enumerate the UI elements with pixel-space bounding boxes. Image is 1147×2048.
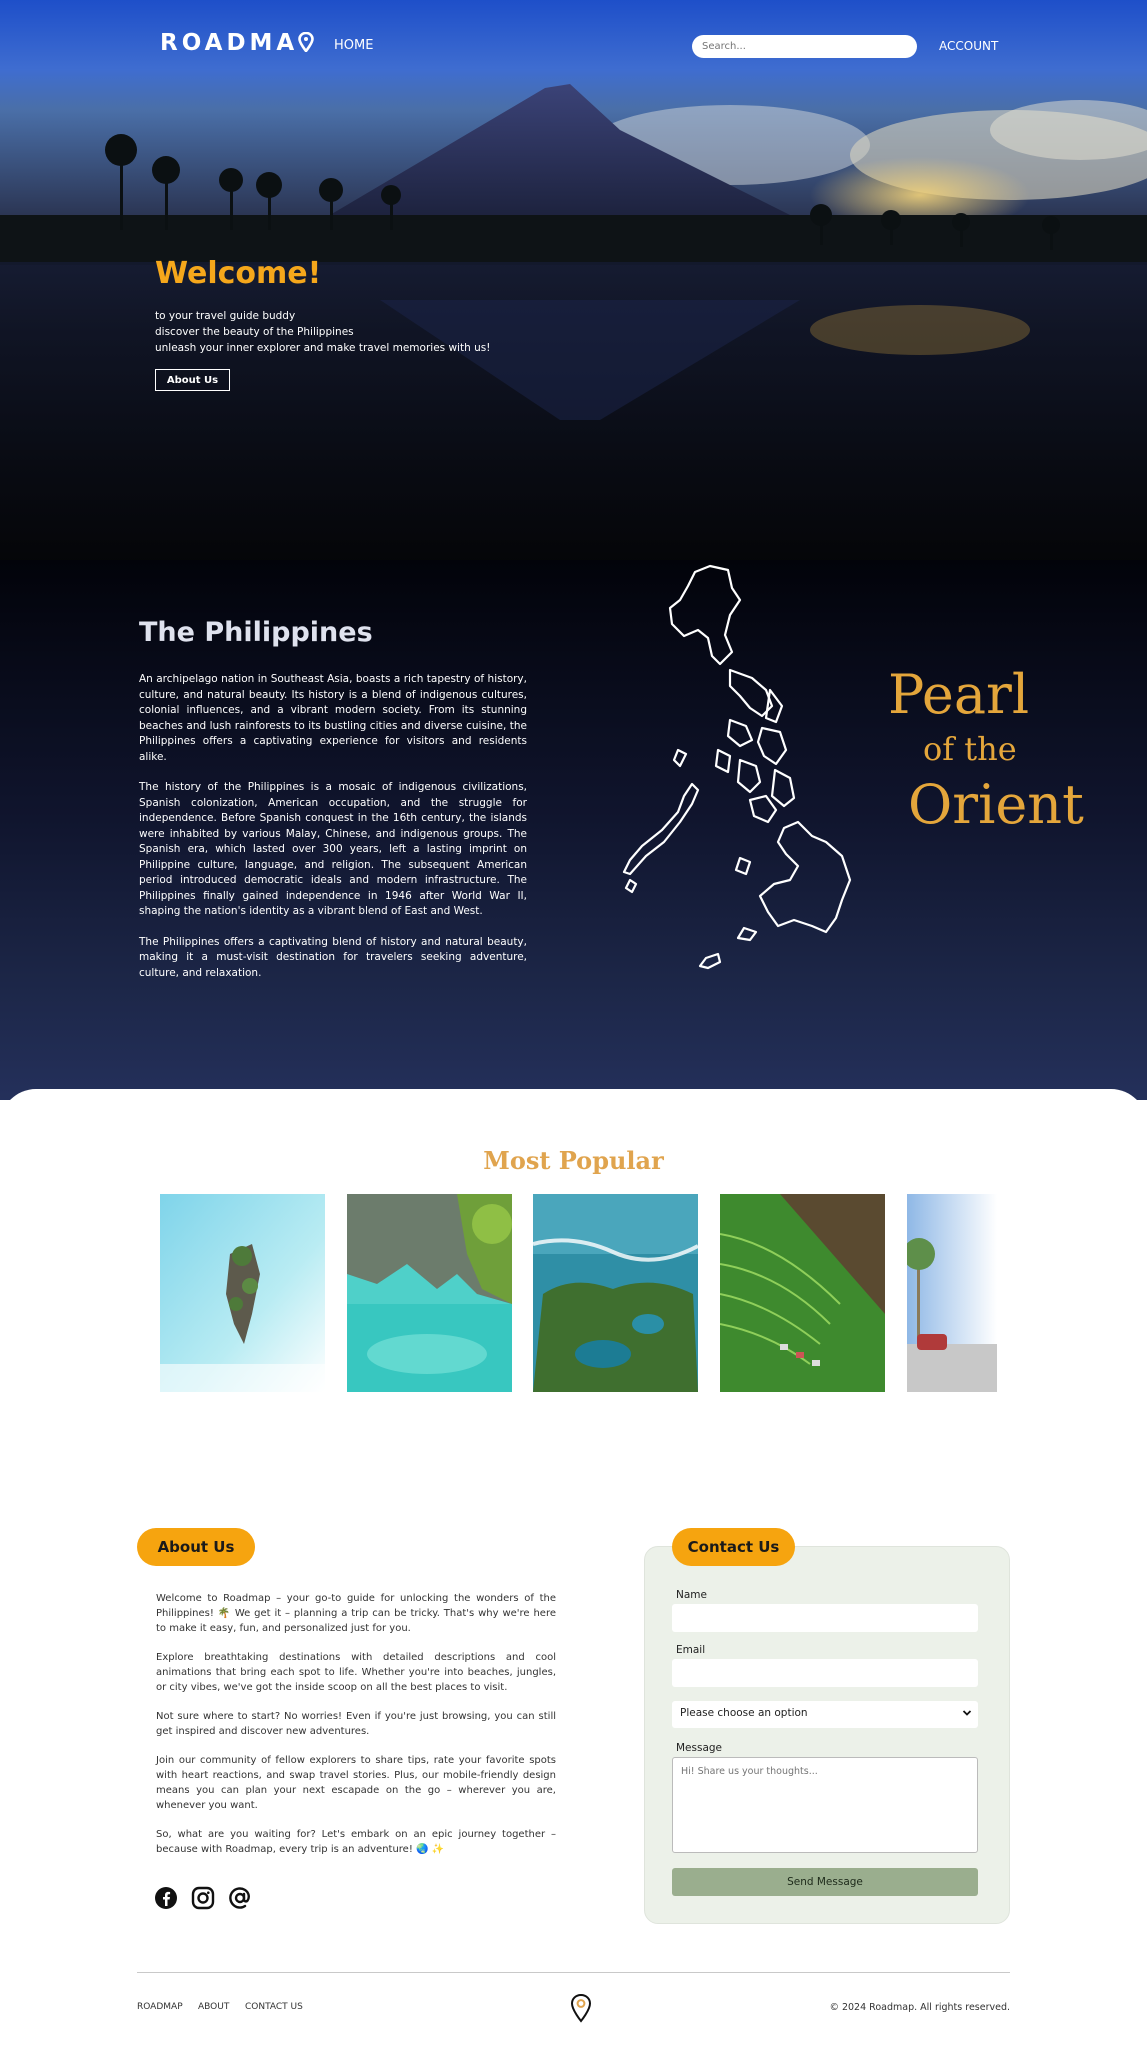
philippines-map-outline — [622, 564, 852, 970]
footer-link-contact[interactable]: CONTACT US — [245, 2002, 303, 2012]
popular-card-palm-road[interactable] — [907, 1194, 997, 1392]
popular-card-green-islands[interactable] — [533, 1194, 698, 1392]
email-field[interactable] — [672, 1659, 978, 1687]
pearl-tagline-line: Orient — [908, 773, 1084, 836]
instagram-icon[interactable] — [191, 1886, 215, 1910]
send-message-button[interactable]: Send Message — [672, 1868, 978, 1896]
popular-card-rice-terraces[interactable] — [720, 1194, 885, 1392]
philippines-title: The Philippines — [139, 617, 373, 648]
pearl-tagline-line: of the — [923, 730, 1017, 768]
logo[interactable]: ROADMA — [160, 30, 315, 56]
topic-select-value: Please choose an option — [680, 1707, 808, 1719]
about-paragraph: Join our community of fellow explorers t… — [156, 1755, 556, 1811]
about-us-heading: About Us — [137, 1528, 255, 1566]
philippines-paragraph: The history of the Philippines is a mosa… — [139, 781, 527, 917]
at-sign-icon[interactable] — [228, 1886, 252, 1910]
about-us-button[interactable]: About Us — [155, 369, 230, 391]
welcome-line: unleash your inner explorer and make tra… — [155, 342, 491, 354]
name-label: Name — [676, 1589, 707, 1601]
footer-link-roadmap[interactable]: ROADMAP — [137, 2002, 183, 2012]
logo-text: ROADMA — [160, 30, 299, 56]
rice-terraces-image — [720, 1194, 885, 1392]
map-pin-icon — [298, 32, 315, 52]
welcome-line: to your travel guide buddy — [155, 310, 296, 322]
email-label: Email — [676, 1644, 706, 1656]
topic-select[interactable]: Please choose an option — [672, 1701, 978, 1728]
pearl-tagline-line: Pearl — [888, 663, 1030, 726]
island-rock-image — [160, 1194, 325, 1392]
welcome-line: discover the beauty of the Philippines — [155, 326, 354, 338]
chevron-down-icon — [962, 1710, 972, 1716]
philippines-paragraph: An archipelago nation in Southeast Asia,… — [139, 673, 527, 763]
philippines-paragraph: The Philippines offers a captivating ble… — [139, 935, 527, 979]
search-input[interactable] — [692, 35, 917, 58]
green-islands-image — [533, 1194, 698, 1392]
lagoon-cliffs-image — [347, 1194, 512, 1392]
name-field[interactable] — [672, 1604, 978, 1632]
popular-card-lagoon-cliffs[interactable] — [347, 1194, 512, 1392]
contact-us-heading: Contact Us — [672, 1528, 795, 1566]
philippines-description: An archipelago nation in Southeast Asia,… — [139, 672, 527, 996]
footer-link-about[interactable]: ABOUT — [198, 2002, 229, 2012]
facebook-icon[interactable] — [154, 1886, 178, 1910]
hero-section: ROADMA HOME ACCOUNT Welcome! to your tra… — [0, 0, 1147, 1100]
most-popular-title: Most Popular — [483, 1146, 664, 1175]
about-paragraph: So, what are you waiting for? Let's emba… — [156, 1829, 556, 1855]
about-paragraph: Welcome to Roadmap – your go-to guide fo… — [156, 1593, 556, 1634]
message-field[interactable] — [672, 1757, 978, 1853]
welcome-heading: Welcome! — [155, 256, 322, 291]
about-paragraph: Explore breathtaking destinations with d… — [156, 1652, 556, 1693]
about-paragraph: Not sure where to start? No worries! Eve… — [156, 1711, 556, 1737]
about-us-text: Welcome to Roadmap – your go-to guide fo… — [156, 1591, 556, 1871]
message-label: Message — [676, 1742, 723, 1754]
nav-account-link[interactable]: ACCOUNT — [939, 39, 998, 53]
nav-home-link[interactable]: HOME — [334, 38, 373, 53]
popular-card-island-rock[interactable] — [160, 1194, 325, 1392]
palm-road-image — [907, 1194, 997, 1392]
map-pin-icon[interactable] — [569, 1993, 593, 2023]
footer-divider — [137, 1972, 1010, 1973]
copyright-text: © 2024 Roadmap. All rights reserved. — [829, 2002, 1010, 2013]
welcome-text: to your travel guide buddy discover the … — [155, 308, 490, 356]
